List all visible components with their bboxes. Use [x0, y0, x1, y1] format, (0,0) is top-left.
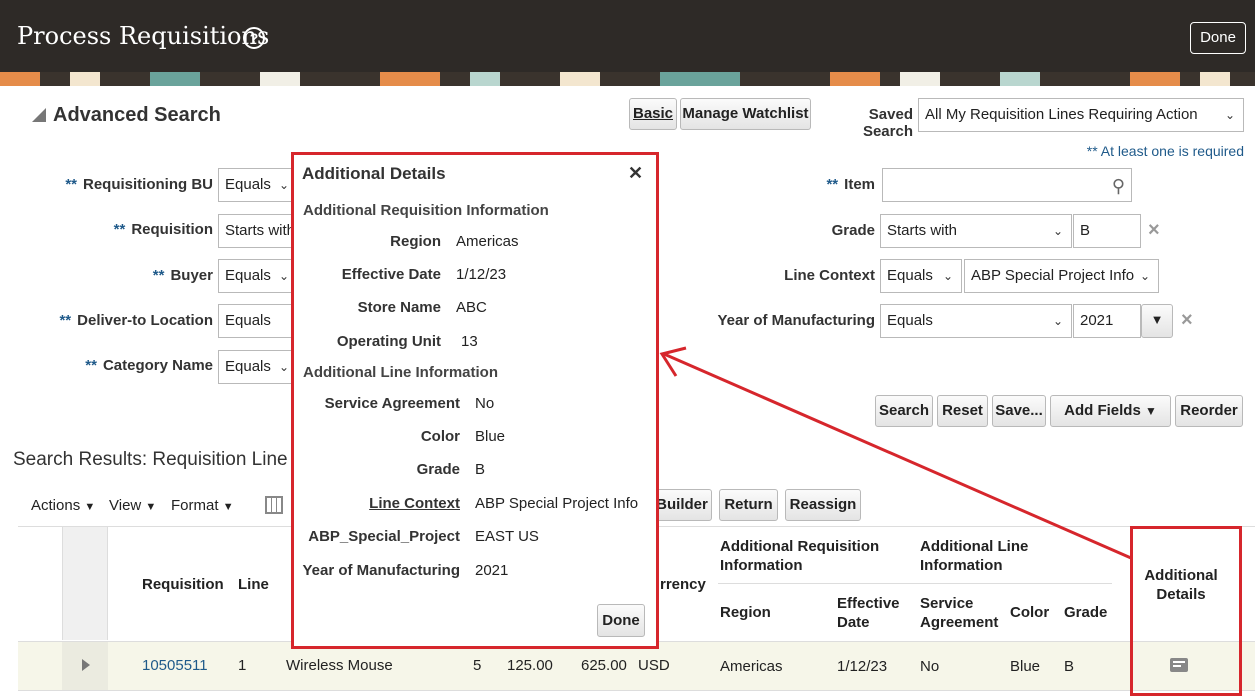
dialog-title: Additional Details — [302, 164, 446, 183]
dlg-abp-special-project-label: ABP_Special_Project — [308, 528, 460, 545]
dlg-line-context-value: ABP Special Project Info — [475, 495, 639, 512]
dlg-service-agreement-value: No — [475, 395, 495, 412]
additional-details-dialog: Additional Details ✕ Additional Requisit… — [291, 152, 659, 649]
dlg-color-label: Color — [420, 428, 460, 445]
section-line-info: Additional Line Information — [303, 364, 498, 381]
dlg-region-label: Region — [390, 233, 441, 250]
dlg-operating-unit-value: 13 — [461, 333, 478, 350]
dlg-region-value: Americas — [456, 233, 519, 250]
dlg-abp-special-project-value: EAST US — [475, 528, 539, 545]
dlg-effective-date-label: Effective Date — [341, 266, 441, 283]
dlg-effective-date-value: 1/12/23 — [456, 266, 507, 283]
dlg-color-value: Blue — [475, 428, 506, 445]
dialog-done-button[interactable]: Done — [597, 604, 645, 637]
dlg-service-agreement-label: Service Agreement — [324, 395, 460, 412]
dlg-operating-unit-label: Operating Unit — [336, 333, 441, 350]
dlg-year-label: Year of Manufacturing — [302, 562, 460, 579]
dlg-grade-value: B — [475, 461, 486, 478]
dlg-store-name-label: Store Name — [357, 299, 441, 316]
dlg-grade-label: Grade — [416, 461, 460, 478]
section-req-info: Additional Requisition Information — [303, 202, 549, 219]
dlg-store-name-value: ABC — [456, 299, 487, 316]
close-icon[interactable]: ✕ — [628, 163, 643, 184]
dlg-line-context-label[interactable]: Line Context — [294, 495, 460, 512]
dlg-year-value: 2021 — [475, 562, 509, 579]
